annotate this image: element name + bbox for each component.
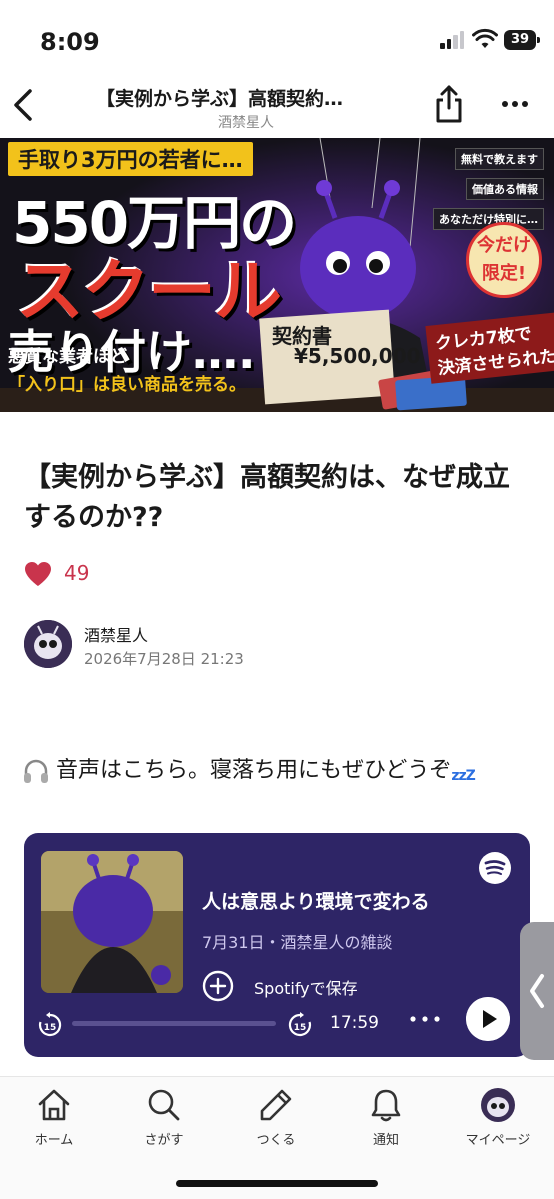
hero-badge-line-1: 今だけ <box>477 235 531 256</box>
tab-search-label: さがす <box>144 1133 184 1148</box>
forward-15-icon[interactable]: 15 <box>286 1011 314 1039</box>
like-count: 49 <box>64 561 90 585</box>
rewind-15-icon[interactable]: 15 <box>36 1011 64 1039</box>
side-drawer-handle[interactable] <box>520 922 554 1060</box>
tab-home[interactable]: ホーム <box>4 1087 104 1157</box>
hero-check-1: 無料で教えます <box>455 148 544 170</box>
tab-mypage[interactable]: マイページ <box>448 1087 548 1157</box>
forward-seconds: 15 <box>294 1023 307 1033</box>
battery-icon: 39 <box>504 30 540 50</box>
spotify-embed[interactable]: 人は意思より環境で変わる 7月31日・酒禁星人の雑談 Spotifyで保存 15… <box>24 833 530 1057</box>
tab-mypage-label: マイページ <box>465 1133 531 1148</box>
hero-limited-badge: 今だけ 限定! <box>466 222 542 298</box>
nav-subtitle: 酒禁星人 <box>218 115 274 131</box>
publish-date: 2026年7月28日 21:23 <box>84 650 244 668</box>
chevron-left-icon[interactable] <box>520 922 554 1060</box>
episode-meta[interactable]: 7月31日・酒禁星人の雑談 <box>202 929 393 953</box>
home-indicator <box>176 1180 378 1187</box>
tab-notifications[interactable]: 通知 <box>336 1087 436 1157</box>
tab-notifications-label: 通知 <box>372 1133 399 1148</box>
playback-progress-bar[interactable] <box>72 1021 276 1026</box>
article-title: 【実例から学ぶ】高額契約は、なぜ成立するのか?? <box>24 462 510 533</box>
tab-create[interactable]: つくる <box>226 1087 326 1157</box>
hero-check-2: 価値ある情報 <box>466 178 544 200</box>
tab-home-label: ホーム <box>34 1133 74 1148</box>
pencil-icon[interactable] <box>258 1087 294 1123</box>
episode-artwork[interactable] <box>41 851 183 993</box>
episode-duration: 17:59 <box>330 1013 379 1033</box>
more-options-icon[interactable] <box>500 94 530 114</box>
add-circle-icon[interactable] <box>202 970 234 1002</box>
search-icon[interactable] <box>146 1087 182 1123</box>
episode-title[interactable]: 人は意思より環境で変わる <box>202 887 430 914</box>
home-icon[interactable] <box>36 1087 72 1123</box>
play-button-icon[interactable] <box>466 997 510 1041</box>
tab-search[interactable]: さがす <box>114 1087 214 1157</box>
hero-sub-1: 悪質な業者ほど <box>8 347 127 367</box>
spotify-more-icon[interactable] <box>408 1013 442 1025</box>
battery-level: 39 <box>504 30 536 50</box>
share-icon[interactable] <box>434 84 464 124</box>
nav-title: 【実例から学ぶ】高額契約… <box>96 88 344 110</box>
status-time: 8:09 <box>40 28 100 56</box>
hero-badge-line-2: 限定! <box>481 263 527 284</box>
audio-intro-text: 音声はこちら。寝落ち用にもぜひどうぞzzZ <box>22 752 476 784</box>
cellular-signal-icon <box>440 31 466 49</box>
article-hero-image: 手取り3万円の若者に… 550万円の スクール 売り付け…. 悪質な業者ほど 「… <box>0 138 554 412</box>
bell-icon[interactable] <box>368 1087 404 1123</box>
screen: 8:09 39 【実例から学ぶ】高額契約… 酒禁星人 手取り3万円の若者に… 5… <box>0 0 554 1199</box>
status-bar: 8:09 39 <box>0 0 554 80</box>
heart-icon[interactable] <box>24 561 52 587</box>
spotify-save-button[interactable]: Spotifyで保存 <box>254 975 358 999</box>
author-avatar[interactable] <box>24 620 72 668</box>
headphones-icon <box>24 759 48 783</box>
tab-create-label: つくる <box>256 1133 296 1148</box>
hero-sub-2: 「入り口」は良い商品を売る。 <box>8 375 246 395</box>
hero-contract-amount: ¥5,500,000 <box>294 344 421 368</box>
hero-tag: 手取り3万円の若者に… <box>8 142 253 176</box>
author-block[interactable]: 酒禁星人 2026年7月28日 21:23 <box>24 620 324 674</box>
user-avatar-icon[interactable] <box>480 1087 516 1123</box>
zzz-icon: zzZ <box>451 768 475 784</box>
rewind-seconds: 15 <box>44 1023 57 1033</box>
audio-intro-label: 音声はこちら。寝落ち用にもぜひどうぞ <box>56 758 452 783</box>
back-chevron-icon[interactable] <box>8 84 38 126</box>
spotify-logo-icon[interactable] <box>478 851 512 885</box>
nav-bar: 【実例から学ぶ】高額契約… 酒禁星人 <box>0 80 554 138</box>
author-name[interactable]: 酒禁星人 <box>84 622 148 646</box>
wifi-icon <box>472 28 498 48</box>
